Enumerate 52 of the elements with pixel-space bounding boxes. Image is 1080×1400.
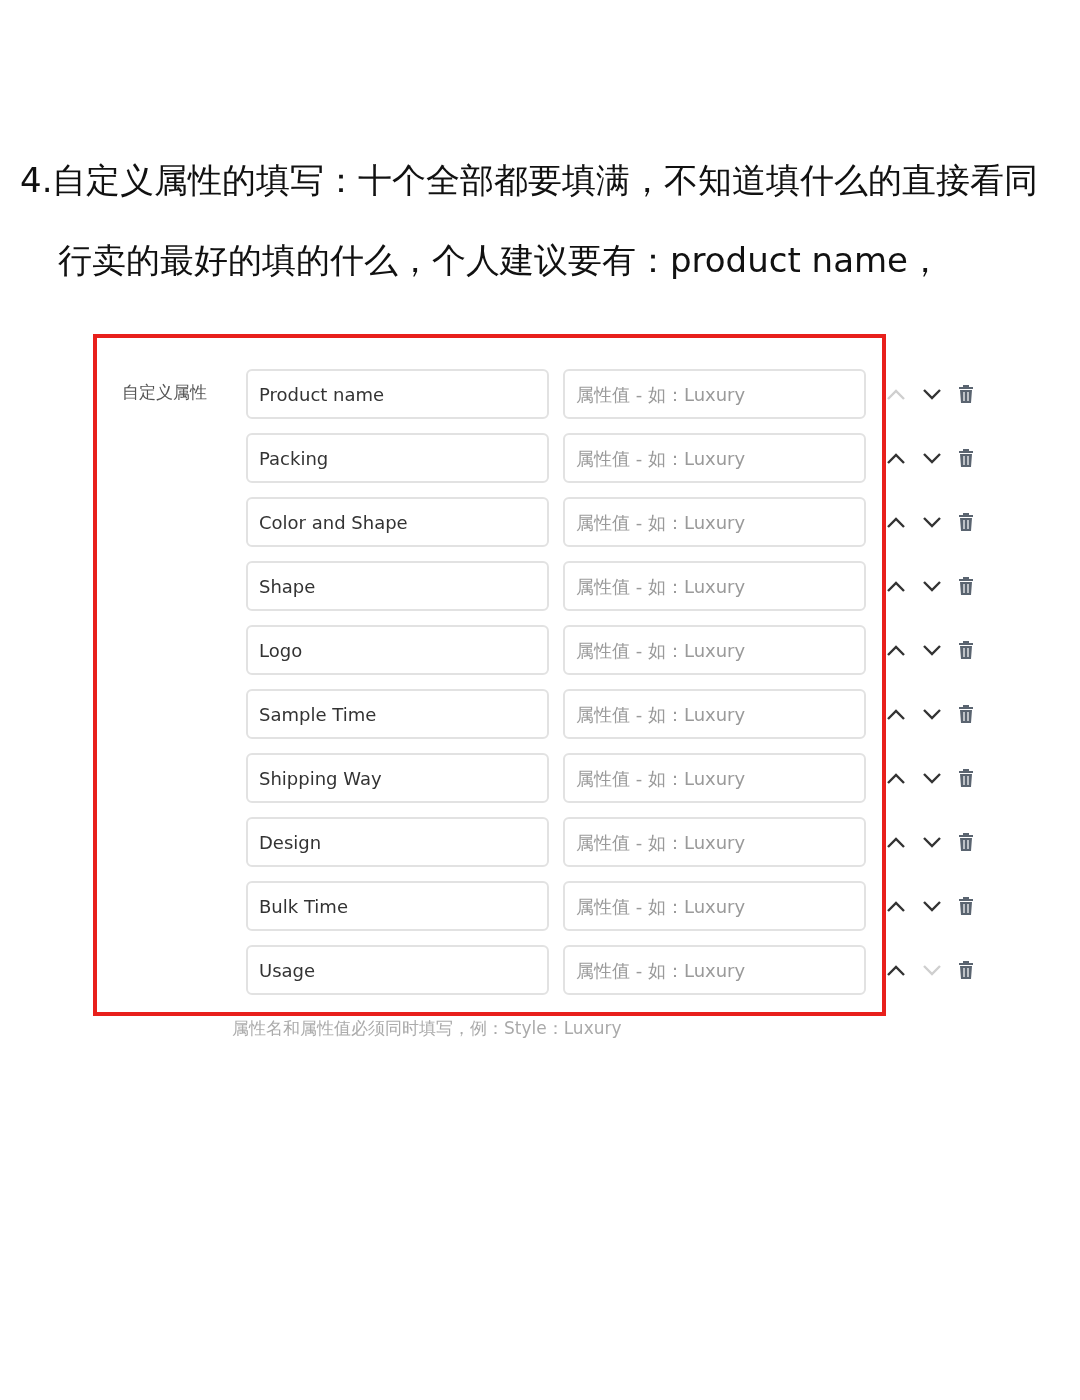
attribute-name-field[interactable]: Color and Shape <box>246 497 549 547</box>
chevron-down-icon[interactable] <box>922 580 942 592</box>
chevron-down-icon[interactable] <box>922 644 942 656</box>
trash-icon[interactable] <box>958 704 974 724</box>
chevron-up-icon[interactable] <box>886 836 906 848</box>
chevron-up-icon[interactable] <box>886 900 906 912</box>
chevron-up-icon[interactable] <box>886 964 906 976</box>
chevron-down-icon[interactable] <box>922 708 942 720</box>
trash-icon[interactable] <box>958 896 974 916</box>
attribute-value-field[interactable]: 属性值 - 如：Luxury <box>563 753 866 803</box>
attribute-value-field[interactable]: 属性值 - 如：Luxury <box>563 561 866 611</box>
chevron-up-icon[interactable] <box>886 452 906 464</box>
chevron-up-icon[interactable] <box>886 580 906 592</box>
heading-text: 行卖的最好的填的什么，个人建议要有：product name， <box>58 239 943 282</box>
trash-icon[interactable] <box>958 512 974 532</box>
chevron-up-icon[interactable] <box>886 516 906 528</box>
chevron-down-icon[interactable] <box>922 388 942 400</box>
heading-text: 4.自定义属性的填写：十个全部都要填满，不知道填什么的直接看同 <box>20 159 1040 202</box>
chevron-down-icon[interactable] <box>922 772 942 784</box>
trash-icon[interactable] <box>958 448 974 468</box>
trash-icon[interactable] <box>958 384 974 404</box>
attribute-name-field[interactable]: Packing <box>246 433 549 483</box>
attribute-name-field[interactable]: Sample Time <box>246 689 549 739</box>
attribute-value-field[interactable]: 属性值 - 如：Luxury <box>563 945 866 995</box>
attribute-name-field[interactable]: Product name <box>246 369 549 419</box>
attribute-name-field[interactable]: Bulk Time <box>246 881 549 931</box>
hint-text: 属性名和属性值必须同时填写，例：Style：Luxury <box>232 1017 623 1040</box>
trash-icon[interactable] <box>958 960 974 980</box>
chevron-down-icon[interactable] <box>922 900 942 912</box>
attribute-name-field[interactable]: Design <box>246 817 549 867</box>
trash-icon[interactable] <box>958 576 974 596</box>
chevron-up-icon[interactable] <box>886 644 906 656</box>
chevron-up-icon[interactable] <box>886 772 906 784</box>
attribute-value-field[interactable]: 属性值 - 如：Luxury <box>563 369 866 419</box>
attribute-name-field[interactable]: Shipping Way <box>246 753 549 803</box>
attribute-value-field[interactable]: 属性值 - 如：Luxury <box>563 497 866 547</box>
trash-icon[interactable] <box>958 832 974 852</box>
field-label: 自定义属性 <box>122 381 208 404</box>
attribute-name-field[interactable]: Logo <box>246 625 549 675</box>
chevron-down-icon[interactable] <box>922 516 942 528</box>
trash-icon[interactable] <box>958 640 974 660</box>
attribute-value-field[interactable]: 属性值 - 如：Luxury <box>563 881 866 931</box>
attribute-value-field[interactable]: 属性值 - 如：Luxury <box>563 625 866 675</box>
trash-icon[interactable] <box>958 768 974 788</box>
chevron-down-icon[interactable] <box>922 836 942 848</box>
attribute-name-field[interactable]: Shape <box>246 561 549 611</box>
chevron-down-icon[interactable] <box>922 452 942 464</box>
attribute-name-field[interactable]: Usage <box>246 945 549 995</box>
attribute-value-field[interactable]: 属性值 - 如：Luxury <box>563 689 866 739</box>
chevron-up-icon[interactable] <box>886 708 906 720</box>
attribute-value-field[interactable]: 属性值 - 如：Luxury <box>563 817 866 867</box>
attribute-value-field[interactable]: 属性值 - 如：Luxury <box>563 433 866 483</box>
